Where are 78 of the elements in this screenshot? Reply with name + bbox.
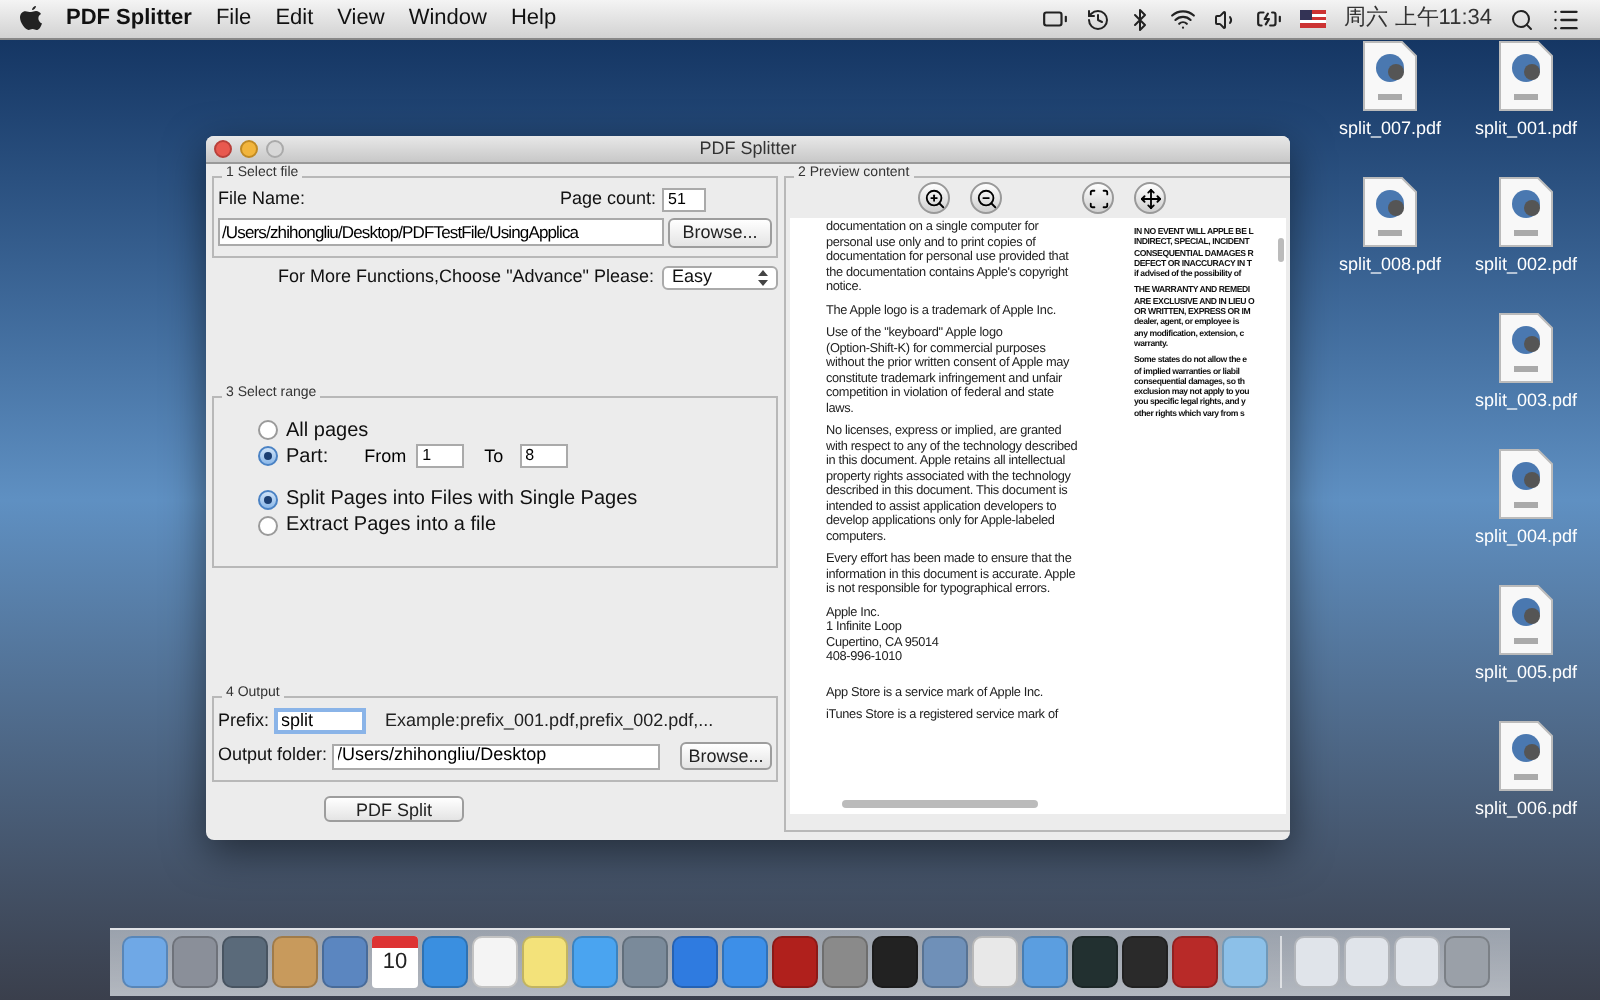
menu-item[interactable]: Help xyxy=(510,2,557,36)
radio-label: Extract Pages into a file xyxy=(286,512,497,540)
field-label: Prefix: xyxy=(218,707,270,733)
zoom-in-button[interactable] xyxy=(918,182,950,214)
dock-app-icon[interactable] xyxy=(222,936,268,988)
prefix-field[interactable]: split xyxy=(273,707,366,734)
pdf-file-icon[interactable] xyxy=(1362,40,1418,112)
battery-charging-icon[interactable] xyxy=(1256,6,1283,32)
file-path-field[interactable]: /Users/zhihongliu/Desktop/PDFTestFile/UsingApplica xyxy=(218,218,664,246)
page-count-field[interactable]: 51 xyxy=(662,187,706,212)
field-label: File Name: xyxy=(218,186,306,212)
file-name: split_001.pdf xyxy=(1474,116,1578,142)
vertical-scrollbar[interactable] xyxy=(1278,238,1284,262)
menu-item[interactable]: View xyxy=(337,2,385,36)
from-field[interactable]: 1 xyxy=(416,444,465,469)
menu-item[interactable]: Window xyxy=(408,2,487,36)
output-folder-field[interactable]: /Users/zhihongliu/Desktop xyxy=(331,743,660,769)
list-icon[interactable] xyxy=(1552,5,1580,33)
pdf-file-icon[interactable] xyxy=(1498,584,1554,656)
file-name: split_002.pdf xyxy=(1474,252,1578,278)
radio-label: Part: xyxy=(286,443,329,472)
menu-item[interactable]: File xyxy=(215,2,252,36)
radio-button[interactable] xyxy=(258,420,278,440)
close-button[interactable] xyxy=(214,140,232,158)
zoom-out-button[interactable] xyxy=(970,182,1002,214)
radio-label: All pages xyxy=(286,417,369,445)
pdf-file-icon[interactable] xyxy=(1498,176,1554,248)
battery-icon[interactable] xyxy=(1042,6,1069,32)
file-name: split_004.pdf xyxy=(1474,524,1578,550)
radio-button[interactable] xyxy=(258,489,278,509)
pdf-split-button[interactable]: PDF Split xyxy=(324,795,464,821)
radio-button[interactable] xyxy=(258,515,278,535)
from-label: From xyxy=(364,443,407,469)
dock-app-icon[interactable] xyxy=(1172,936,1218,988)
file-name: split_007.pdf xyxy=(1338,116,1442,142)
menu-clock[interactable]: 周六 上午11:34 xyxy=(1344,2,1492,36)
field-label: Output folder: xyxy=(218,742,328,769)
browse-button[interactable]: Browse... xyxy=(680,742,772,770)
to-label: To xyxy=(484,443,504,469)
mode-label: For More Functions,Choose "Advance" Please: xyxy=(278,264,654,290)
fit-width-button[interactable] xyxy=(1134,182,1166,214)
file-name: split_008.pdf xyxy=(1338,252,1442,278)
window-title: PDF Splitter xyxy=(699,136,797,162)
browse-button[interactable]: Browse... xyxy=(668,217,772,247)
pdf-file-icon[interactable] xyxy=(1498,720,1554,792)
zoom-in-icon xyxy=(923,187,945,209)
menu-item[interactable]: Edit xyxy=(275,2,314,36)
apple-logo-icon[interactable] xyxy=(20,6,42,32)
pdf-file-icon[interactable] xyxy=(1498,312,1554,384)
fit-page-icon xyxy=(1087,187,1109,209)
file-name: split_005.pdf xyxy=(1474,660,1578,686)
app-menu[interactable]: PDF Splitter xyxy=(66,2,192,36)
example-text: Example:prefix_001.pdf,prefix_002.pdf,... xyxy=(385,707,714,734)
dock-app-icon[interactable] xyxy=(772,936,818,988)
dock-app-icon[interactable] xyxy=(872,936,918,988)
pdf-file-icon[interactable] xyxy=(1362,176,1418,248)
calendar-day: 10 xyxy=(382,948,408,976)
pdf-file-icon[interactable] xyxy=(1498,448,1554,520)
mode-dropdown[interactable]: Easy xyxy=(662,265,778,290)
dock-app-icon[interactable] xyxy=(1122,936,1168,988)
fit-page-button[interactable] xyxy=(1082,182,1114,214)
radio-button[interactable] xyxy=(258,446,278,467)
radio-label: Split Pages into Files with Single Pages xyxy=(286,486,638,514)
dock-app-icon[interactable] xyxy=(1072,936,1118,988)
clock-history-icon[interactable] xyxy=(1086,7,1111,31)
pdf-file-icon[interactable] xyxy=(1498,40,1554,112)
search-icon[interactable] xyxy=(1510,7,1534,31)
calendar-dock-icon[interactable]: 10 xyxy=(372,936,418,988)
fit-width-icon xyxy=(1139,187,1161,209)
file-name: split_006.pdf xyxy=(1474,796,1578,822)
horizontal-scrollbar[interactable] xyxy=(842,800,1038,808)
file-name: split_003.pdf xyxy=(1474,388,1578,414)
to-field[interactable]: 8 xyxy=(519,444,568,469)
minimize-button[interactable] xyxy=(240,140,258,158)
zoom-out-icon xyxy=(975,187,997,209)
flag-icon[interactable] xyxy=(1300,10,1327,28)
field-label: Page count: xyxy=(559,186,656,212)
stepper-arrows-icon xyxy=(758,269,768,286)
